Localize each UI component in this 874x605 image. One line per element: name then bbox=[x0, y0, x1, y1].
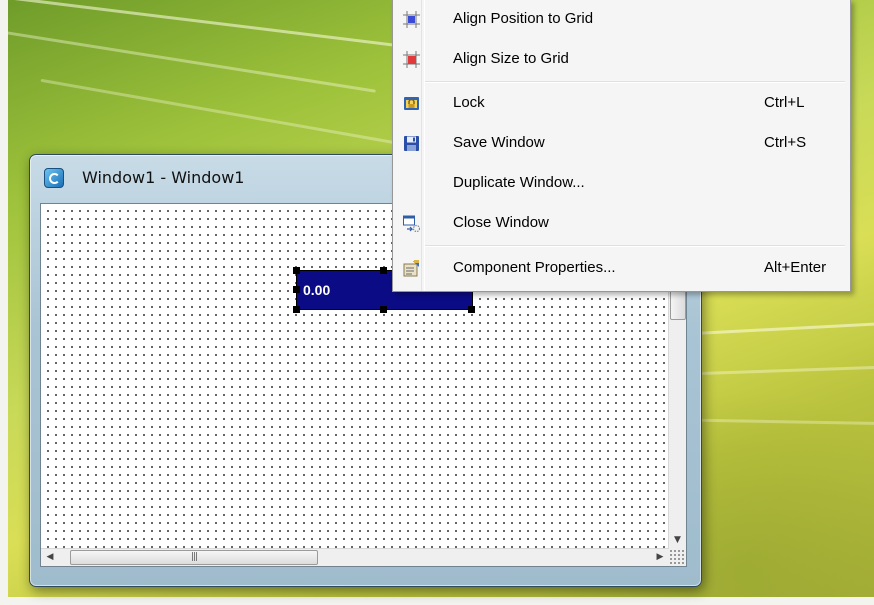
context-menu: Align Position to Grid Align Size to Gri… bbox=[392, 0, 851, 292]
scroll-right-arrow-icon[interactable]: ▶ bbox=[653, 550, 667, 565]
align-size-icon bbox=[403, 51, 420, 68]
app-icon[interactable] bbox=[44, 168, 64, 188]
menu-item-duplicate-window[interactable]: Duplicate Window... bbox=[395, 164, 846, 204]
menu-item-label: Save Window bbox=[453, 134, 545, 151]
menu-item-label: Align Position to Grid bbox=[453, 10, 594, 27]
horizontal-scroll-thumb[interactable]: ||| bbox=[70, 550, 318, 565]
horizontal-scrollbar[interactable]: ◀ ||| ▶ bbox=[41, 548, 669, 566]
menu-item-label: Align Size to Grid bbox=[453, 50, 569, 67]
menu-item-label: Component Properties... bbox=[453, 259, 616, 276]
menu-separator bbox=[425, 81, 845, 83]
resize-handle-bottom[interactable] bbox=[380, 306, 387, 313]
scroll-down-arrow-icon[interactable]: ▼ bbox=[669, 533, 686, 547]
size-grip-icon[interactable] bbox=[669, 549, 686, 566]
wallpaper-streak bbox=[40, 78, 396, 145]
resize-handle-bottom-left[interactable] bbox=[293, 306, 300, 313]
menu-item-shortcut: Ctrl+S bbox=[764, 134, 807, 151]
menu-item-shortcut: Alt+Enter bbox=[764, 259, 827, 276]
resize-handle-top-left[interactable] bbox=[293, 267, 300, 274]
menu-item-align-position-to-grid[interactable]: Align Position to Grid bbox=[395, 0, 846, 40]
menu-item-close-window[interactable]: Close Window bbox=[395, 204, 846, 244]
menu-item-shortcut: Ctrl+L bbox=[764, 94, 805, 111]
menu-item-lock[interactable]: Lock Ctrl+L bbox=[395, 84, 846, 124]
window-title: Window1 - Window1 bbox=[82, 168, 245, 187]
menu-item-label: Close Window bbox=[453, 214, 549, 231]
menu-item-label: Duplicate Window... bbox=[453, 174, 585, 191]
menu-separator bbox=[425, 245, 845, 247]
menu-item-align-size-to-grid[interactable]: Align Size to Grid bbox=[395, 40, 846, 80]
save-icon bbox=[404, 136, 419, 151]
menu-item-component-properties[interactable]: Component Properties... Alt+Enter bbox=[395, 249, 846, 289]
menu-item-save-window[interactable]: Save Window Ctrl+S bbox=[395, 124, 846, 164]
scroll-left-arrow-icon[interactable]: ◀ bbox=[43, 550, 57, 565]
grip-icon: ||| bbox=[190, 552, 198, 562]
resize-handle-bottom-right[interactable] bbox=[468, 306, 475, 313]
lock-icon bbox=[404, 97, 419, 110]
align-position-icon bbox=[403, 11, 420, 28]
field-value: 0.00 bbox=[303, 282, 331, 298]
menu-item-label: Lock bbox=[453, 94, 485, 111]
properties-icon bbox=[403, 260, 419, 277]
resize-handle-top[interactable] bbox=[380, 267, 387, 274]
resize-handle-left[interactable] bbox=[293, 286, 300, 293]
close-window-icon bbox=[403, 215, 420, 232]
